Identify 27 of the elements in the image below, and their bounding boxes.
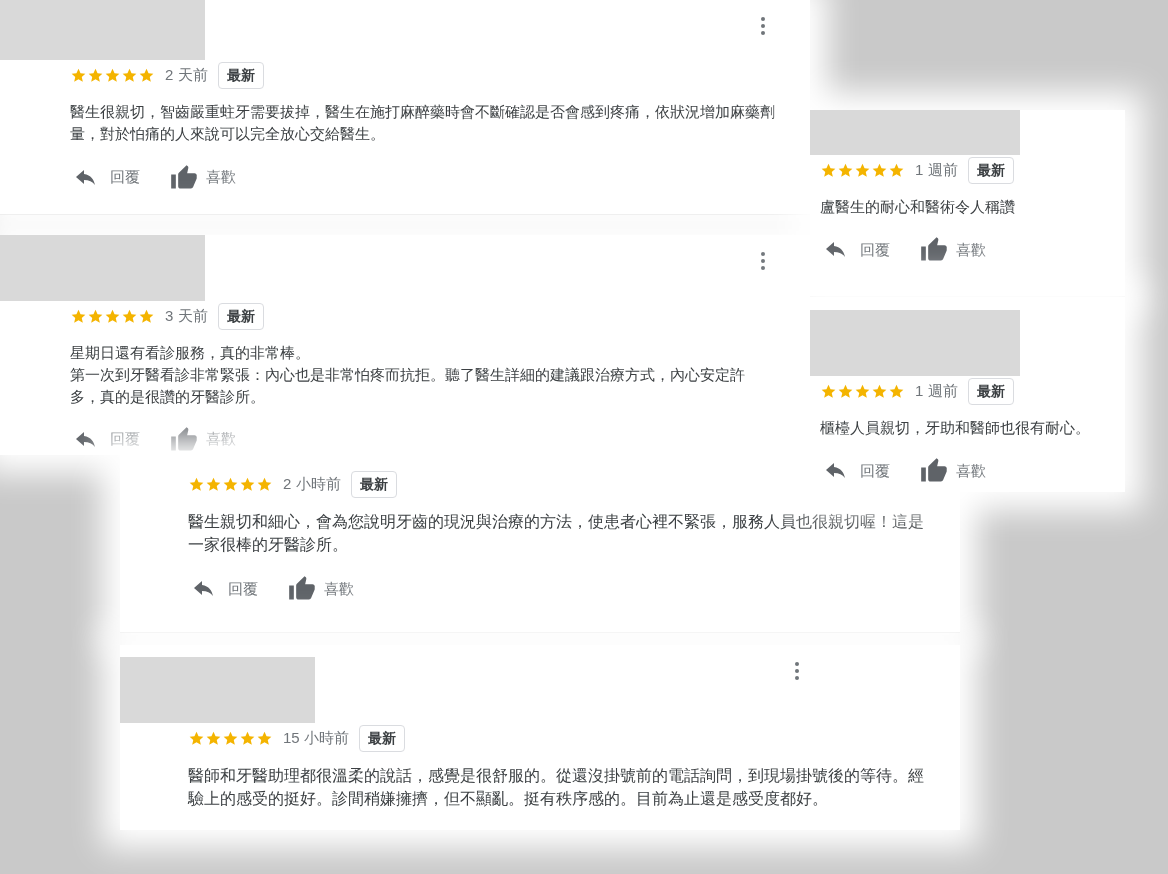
review-text: 醫師和牙醫助理都很溫柔的說話，感覺是很舒服的。從還沒掛號前的電話詢問，到現場掛號後的等待。經驗上的感受的挺好。診間稍嫌擁擠，但不顯亂。挺有秩序感的。目前為止還是感受度都好。 xyxy=(188,765,925,810)
review-text: 醫生親切和細心，會為您說明牙齒的現況與治療的方法，使患者心裡不緊張，服務人員也很親切喔！這是一家很棒的牙醫診所。 xyxy=(188,511,925,556)
review-text: 醫生很親切，智齒嚴重蛀牙需要拔掉，醫生在施打麻醉藥時會不斷確認是否會感到疼痛，依狀況增加麻藥劑量，對於怕痛的人來說可以完全放心交給醫生。 xyxy=(70,102,776,145)
like-button[interactable]: 喜歡 xyxy=(920,457,986,486)
review-time: 2 小時前 xyxy=(283,474,341,495)
review-text: 星期日還有看診服務，真的非常棒。 xyxy=(70,343,311,363)
new-badge: 最新 xyxy=(217,303,264,330)
new-badge: 最新 xyxy=(967,157,1014,184)
new-badge: 最新 xyxy=(350,471,397,498)
new-badge: 最新 xyxy=(967,378,1014,405)
review-time: 15 小時前 xyxy=(283,728,349,749)
like-button[interactable]: 喜歡 xyxy=(288,574,354,603)
review-time: 1 週前 xyxy=(915,381,958,402)
reply-button[interactable]: 回覆 xyxy=(192,576,258,601)
reply-button[interactable]: 回覆 xyxy=(824,459,890,484)
reply-button[interactable]: 回覆 xyxy=(74,165,140,190)
like-button[interactable]: 喜歡 xyxy=(170,163,236,192)
new-badge: 最新 xyxy=(358,725,405,752)
like-button[interactable]: 喜歡 xyxy=(920,236,986,265)
review-text: 第一次到牙醫看診非常緊張：內心也是非常怕疼而抗拒。聽了醫生詳細的建議跟治療方式，內心安定許多，真的是很讚的牙醫診所。 xyxy=(70,364,746,407)
review-text: 盧醫生的耐心和醫術令人稱讚 xyxy=(820,197,1016,217)
reply-button[interactable]: 回覆 xyxy=(824,238,890,263)
new-badge: 最新 xyxy=(217,62,264,89)
review-time: 2 天前 xyxy=(165,65,208,86)
review-text: 櫃檯人員親切，牙助和醫師也很有耐心。 xyxy=(820,418,1091,438)
review-time: 1 週前 xyxy=(915,160,958,181)
review-time: 3 天前 xyxy=(165,306,208,327)
